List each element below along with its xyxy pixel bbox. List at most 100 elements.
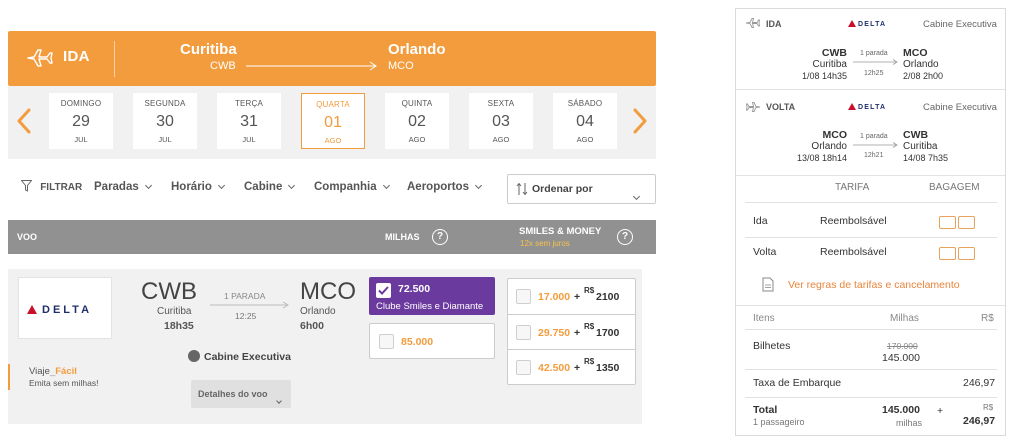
outbound-duration: 12h25 bbox=[864, 70, 884, 77]
total-value: 246,97 bbox=[963, 415, 996, 427]
filter-aeroportos[interactable]: Aeroportos bbox=[407, 181, 483, 193]
total-miles-unit: milhas bbox=[896, 418, 923, 428]
dest-city: Orlando bbox=[388, 41, 446, 58]
chevron-left-icon[interactable] bbox=[14, 106, 36, 136]
outbound-label: IDA bbox=[766, 19, 782, 29]
outbound-from-city: Curitiba bbox=[812, 59, 847, 70]
divider bbox=[745, 369, 997, 370]
col-milhas: Milhas bbox=[890, 313, 919, 324]
date-weekday: DOMINGO bbox=[60, 99, 102, 108]
dest-code: MCO bbox=[300, 278, 356, 305]
smiles-money-options: 17.000 + R$ 2100 29.750 + R$ 1700 42.500 + R$ 1350 bbox=[507, 278, 636, 385]
date-weekday: QUINTA bbox=[401, 99, 433, 108]
checkbox-icon bbox=[516, 325, 531, 340]
route-arrow-icon bbox=[853, 59, 898, 65]
option-price: 1700 bbox=[596, 327, 620, 339]
date-tile[interactable]: DOMINGO 29 JUL bbox=[49, 93, 113, 149]
seat-icon bbox=[188, 350, 200, 362]
date-tile[interactable]: SÁBADO 04 AGO bbox=[553, 93, 617, 149]
date-day: 03 bbox=[492, 113, 510, 130]
option-miles: 42.500 bbox=[538, 362, 571, 374]
inbound-label: VOLTA bbox=[766, 102, 796, 112]
filter-aeroportos-label: Aeroportos bbox=[407, 181, 469, 193]
fare-type: Reembolsável bbox=[820, 215, 887, 227]
miles-option[interactable]: 85.000 bbox=[369, 323, 495, 359]
cabin-class: Cabine Executiva bbox=[188, 350, 291, 363]
filter-button[interactable]: FILTRAR bbox=[20, 180, 83, 193]
direction-label: IDA bbox=[63, 48, 90, 65]
smiles-money-option[interactable]: 29.750 + R$ 1700 bbox=[508, 314, 635, 349]
smiles-money-option[interactable]: 17.000 + R$ 2100 bbox=[508, 279, 635, 314]
date-day: 29 bbox=[72, 113, 90, 130]
date-tile[interactable]: SEGUNDA 30 JUL bbox=[133, 93, 197, 149]
outbound-airline: DELTA bbox=[858, 21, 887, 28]
date-tile[interactable]: TERÇA 31 JUL bbox=[217, 93, 281, 149]
option-miles: 29.750 bbox=[538, 327, 571, 339]
help-icon[interactable]: ? bbox=[432, 229, 448, 245]
promo-title-b: Fácil bbox=[55, 366, 77, 377]
date-tile[interactable]: QUARTA 01 AGO bbox=[301, 93, 365, 149]
funnel-icon bbox=[20, 180, 33, 192]
filter-label: FILTRAR bbox=[40, 182, 83, 193]
date-weekday: SÁBADO bbox=[567, 99, 603, 108]
details-button[interactable]: Detalhes do voo bbox=[191, 380, 291, 408]
fare-leg: Volta bbox=[753, 246, 777, 258]
origin-time: 18h35 bbox=[164, 320, 194, 332]
filter-horario[interactable]: Horário bbox=[171, 181, 225, 193]
miles-option-selected[interactable]: 72.500 Clube Smiles e Diamante bbox=[369, 277, 495, 315]
divider bbox=[736, 305, 1005, 306]
col-smiles-money: SMILES & MONEY bbox=[519, 226, 602, 237]
sort-select[interactable]: Ordenar por bbox=[507, 174, 656, 204]
document-icon bbox=[762, 277, 774, 292]
origin-code: CWB bbox=[141, 278, 197, 305]
miles-option-value: 85.000 bbox=[401, 336, 434, 348]
fare-row: Ida Reembolsável bbox=[745, 207, 997, 237]
inbound-cabin: Cabine Executiva bbox=[923, 102, 997, 113]
filter-paradas-label: Paradas bbox=[94, 181, 139, 193]
filter-companhia-label: Companhia bbox=[314, 181, 377, 193]
checkbox-icon bbox=[379, 334, 394, 349]
date-tile[interactable]: QUINTA 02 AGO bbox=[385, 93, 449, 149]
promo-title: Viaje_Fácil bbox=[29, 366, 77, 377]
fare-row: Volta Reembolsável bbox=[745, 237, 997, 267]
results-header: VOO MILHAS ? SMILES & MONEY 12x sem juro… bbox=[8, 220, 656, 254]
route-banner: IDA Curitiba CWB Orlando MCO bbox=[8, 31, 656, 86]
divider bbox=[736, 89, 1005, 90]
date-tile[interactable]: SEXTA 03 AGO bbox=[469, 93, 533, 149]
duration: 12:25 bbox=[235, 311, 257, 321]
tarifa-header: TARIFA bbox=[835, 182, 870, 193]
date-weekday: SEGUNDA bbox=[144, 99, 186, 108]
col-itens: Itens bbox=[753, 313, 775, 324]
outbound-to-code: MCO bbox=[903, 47, 928, 59]
date-day: 02 bbox=[408, 113, 426, 130]
fare-rules-link[interactable]: Ver regras de tarifas e cancelamento bbox=[788, 279, 960, 291]
flight-card[interactable]: DELTA CWB Curitiba 18h35 1 PARADA 12:25 … bbox=[8, 269, 642, 424]
col-milhas: MILHAS bbox=[385, 232, 420, 242]
details-label: Detalhes do voo bbox=[198, 389, 268, 399]
total-plus: + bbox=[937, 405, 944, 417]
date-month: AGO bbox=[408, 135, 426, 144]
inbound-from-code: MCO bbox=[822, 129, 848, 141]
total-currency: R$ bbox=[983, 403, 994, 412]
outbound-from-time: 1/08 14h35 bbox=[801, 71, 847, 81]
chevron-right-icon[interactable] bbox=[628, 106, 650, 136]
filter-paradas[interactable]: Paradas bbox=[94, 181, 152, 193]
inbound-from-city: Orlando bbox=[811, 141, 847, 152]
promo-bar bbox=[8, 364, 10, 390]
help-icon[interactable]: ? bbox=[617, 229, 633, 245]
inbound-stops: 1 parada bbox=[860, 133, 888, 140]
option-currency: R$ bbox=[584, 357, 595, 366]
bilhetes-old: 170.000 bbox=[887, 341, 918, 351]
bilhetes-label: Bilhetes bbox=[753, 340, 791, 352]
total-label: Total bbox=[753, 404, 778, 416]
filter-companhia[interactable]: Companhia bbox=[314, 181, 390, 193]
origin-code: CWB bbox=[210, 60, 236, 72]
filter-cabine[interactable]: Cabine bbox=[244, 181, 296, 193]
dest-time: 6h00 bbox=[300, 320, 324, 332]
inbound-duration: 12h21 bbox=[864, 152, 884, 159]
checkbox-icon bbox=[516, 360, 531, 375]
divider bbox=[745, 202, 997, 203]
smiles-money-option[interactable]: 42.500 + R$ 1350 bbox=[508, 349, 635, 384]
inbound-to-city: Curitiba bbox=[903, 141, 938, 152]
luggage-icon bbox=[939, 216, 956, 229]
